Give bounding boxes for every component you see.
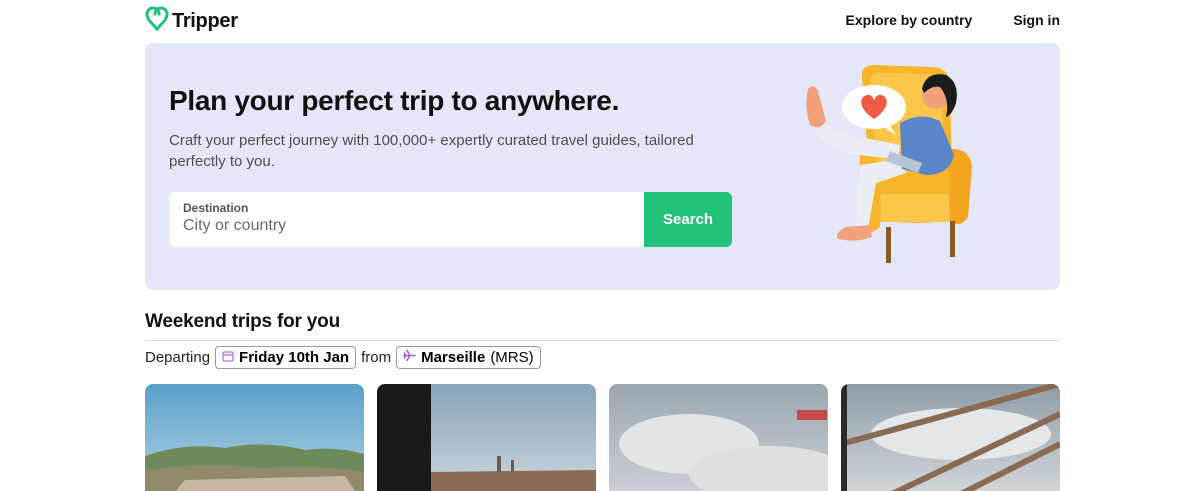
logo-text: Tripper (172, 10, 238, 32)
plane-icon (403, 349, 416, 366)
nav-sign-in[interactable]: Sign in (1013, 12, 1060, 28)
departure-date-value: Friday 10th Jan (239, 348, 350, 366)
hero-title: Plan your perfect trip to anywhere. (169, 85, 620, 116)
departure-date-button[interactable]: Friday 10th Jan (215, 345, 357, 369)
from-label: from (361, 348, 392, 366)
departing-row: Departing Friday 10th Jan from Marseille… (145, 345, 541, 369)
destination-label: Destination (183, 201, 249, 215)
hero-panel: Plan your perfect trip to anywhere. Craf… (145, 43, 1060, 290)
trip-card-photo-coastal-city[interactable] (145, 384, 364, 491)
section-divider (145, 340, 1060, 341)
top-bar: Tripper Explore by country Sign in (145, 6, 1060, 36)
trip-card-photo-ferris-wheel[interactable] (841, 384, 1060, 491)
traveler-armchair-illustration (800, 59, 1030, 274)
trip-card-photo-old-town[interactable] (377, 384, 596, 491)
departing-label: Departing (145, 348, 211, 366)
main-nav: Explore by country Sign in (846, 12, 1060, 28)
trip-card-photo-cloudy-sky[interactable] (609, 384, 828, 491)
search-button[interactable]: Search (644, 192, 732, 247)
destination-search-form: Destination Search (169, 192, 732, 247)
calendar-icon (222, 349, 234, 366)
destination-input[interactable] (183, 217, 630, 235)
nav-explore-by-country[interactable]: Explore by country (846, 12, 973, 28)
tripper-logo-icon (145, 6, 169, 37)
origin-code: (MRS) (490, 348, 534, 366)
hero-subtitle: Craft your perfect journey with 100,000+… (169, 132, 694, 170)
destination-field[interactable]: Destination (169, 192, 644, 247)
origin-city: Marseille (421, 348, 486, 366)
weekend-trips-title: Weekend trips for you (145, 311, 340, 332)
origin-airport-button[interactable]: Marseille (MRS) (396, 345, 541, 369)
logo[interactable]: Tripper (145, 6, 238, 37)
